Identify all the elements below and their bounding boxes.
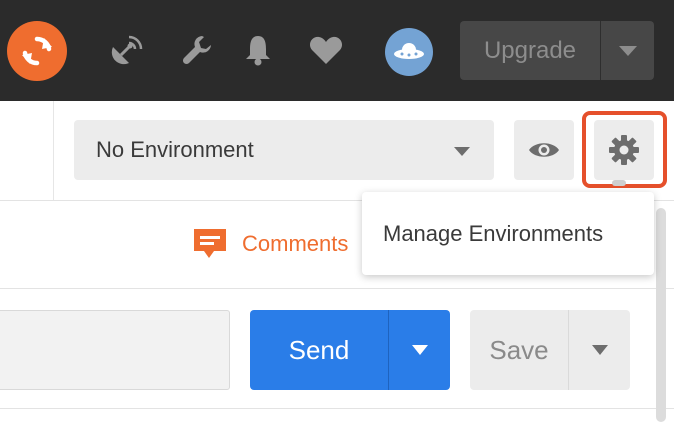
comments-label: Comments	[242, 231, 349, 256]
settings-dropdown-menu: Manage Environments	[362, 192, 654, 275]
request-url-input[interactable]	[0, 310, 230, 390]
menu-item-manage-environments[interactable]: Manage Environments	[383, 221, 603, 247]
scrollbar[interactable]	[656, 208, 666, 422]
environment-select-value: No Environment	[96, 137, 254, 162]
gear-icon	[609, 135, 639, 165]
satellite-icon[interactable]	[106, 28, 146, 72]
caret-down-icon	[591, 345, 608, 355]
comment-icon	[194, 229, 226, 258]
environment-quick-look-button[interactable]	[514, 120, 574, 180]
divider	[0, 288, 674, 289]
upgrade-button[interactable]: Upgrade	[460, 21, 654, 80]
eye-icon	[529, 143, 559, 157]
manage-environments-button[interactable]	[594, 120, 654, 180]
save-options-button[interactable]	[569, 310, 630, 390]
panel-divider	[53, 101, 54, 200]
caret-down-icon	[618, 45, 637, 56]
upgrade-label[interactable]: Upgrade	[460, 21, 600, 80]
save-button[interactable]: Save	[470, 310, 630, 390]
comments-link[interactable]: Comments	[192, 227, 348, 261]
sync-button[interactable]	[7, 21, 67, 81]
upgrade-dropdown-button[interactable]	[601, 21, 654, 80]
send-label[interactable]: Send	[250, 310, 388, 390]
send-options-button[interactable]	[389, 310, 450, 390]
divider	[0, 408, 674, 409]
tooltip-pointer	[612, 180, 626, 186]
ufo-icon	[394, 43, 424, 59]
heart-icon[interactable]	[306, 28, 346, 72]
header-bar: Upgrade	[0, 0, 674, 101]
environment-select[interactable]: No Environment	[74, 120, 494, 180]
wrench-icon[interactable]	[177, 28, 217, 72]
save-label[interactable]: Save	[470, 310, 568, 390]
avatar[interactable]	[385, 28, 433, 76]
sync-icon	[22, 36, 52, 66]
send-button[interactable]: Send	[250, 310, 450, 390]
caret-down-icon	[411, 345, 428, 355]
bell-icon[interactable]	[238, 28, 278, 72]
chevron-down-icon	[454, 147, 470, 156]
